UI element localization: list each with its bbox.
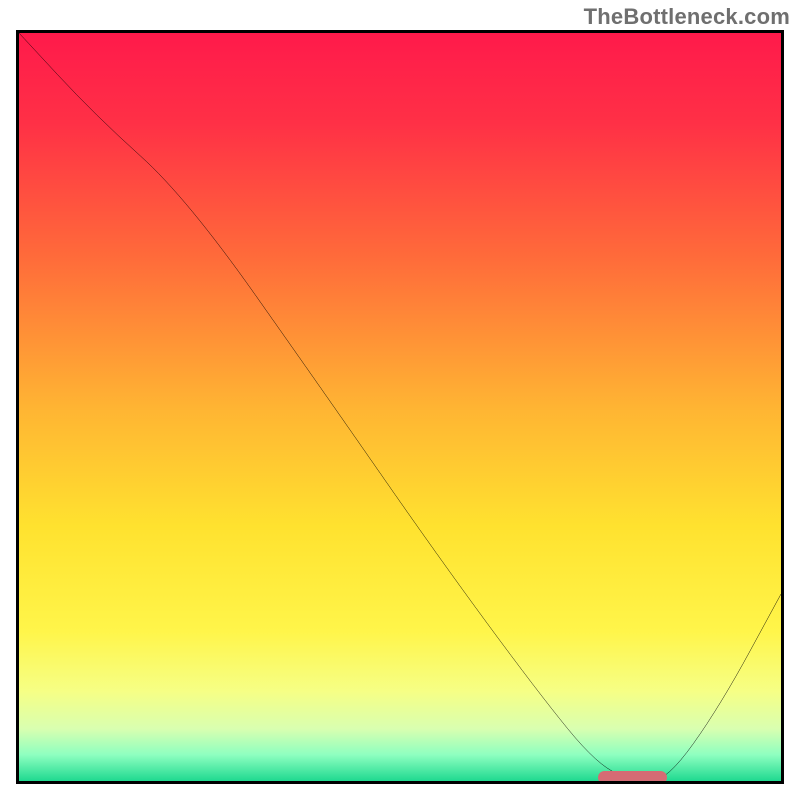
watermark-text: TheBottleneck.com: [584, 4, 790, 30]
optimal-range-marker: [598, 771, 667, 784]
gradient-background: [19, 33, 781, 781]
chart-frame: TheBottleneck.com: [0, 0, 800, 800]
plot-area: [16, 30, 784, 784]
chart-svg: [19, 33, 781, 781]
